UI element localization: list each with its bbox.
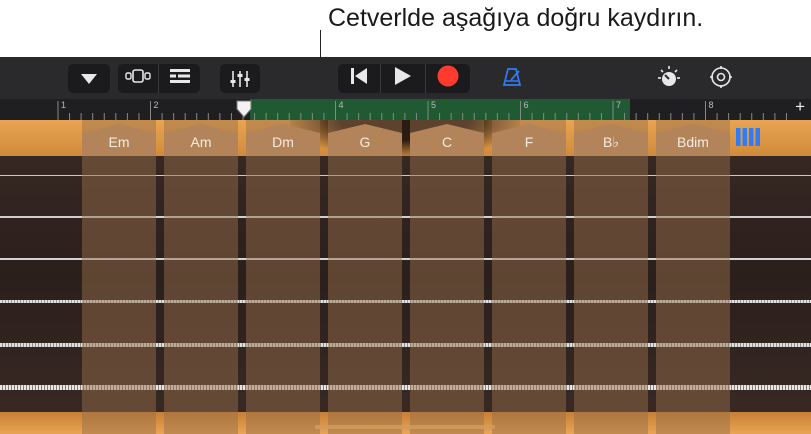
chord-label: Em xyxy=(108,134,130,150)
chord-label: F xyxy=(524,134,534,150)
bar-number: 5 xyxy=(431,100,437,110)
bar-number: 6 xyxy=(523,100,529,110)
chord-button-c[interactable]: C xyxy=(410,124,484,158)
chord-label: Am xyxy=(190,134,212,150)
chord-button-am[interactable]: Am xyxy=(164,124,238,158)
chord-strip-em[interactable] xyxy=(82,120,156,434)
chord-strip-bdim[interactable] xyxy=(656,120,730,434)
mixer-icon xyxy=(220,64,260,93)
chord-button-g[interactable]: G xyxy=(328,124,402,158)
chord-label: C xyxy=(441,134,453,150)
metronome-icon xyxy=(502,67,522,92)
settings-icon xyxy=(709,65,733,94)
chord-strip-c[interactable] xyxy=(410,120,484,434)
chord-strip-am[interactable] xyxy=(164,120,238,434)
chord-strips-icon[interactable] xyxy=(736,128,760,151)
chord-label: G xyxy=(359,134,371,150)
chord-button-dm[interactable]: Dm xyxy=(246,124,320,158)
timeline-ruler[interactable]: 12345678 + xyxy=(0,97,811,120)
tracks-view-icon xyxy=(169,69,190,88)
chord-button-f[interactable]: F xyxy=(492,124,566,158)
instrument-menu-button[interactable] xyxy=(68,64,110,93)
go-to-beginning-icon xyxy=(350,68,368,89)
tracks-view-button[interactable] xyxy=(159,64,200,93)
fretboard[interactable]: Em Am Dm G C F B♭ Bdim xyxy=(0,120,811,434)
record-button[interactable] xyxy=(426,64,470,93)
bar-number: 1 xyxy=(61,100,67,110)
browser-icon xyxy=(125,69,151,88)
play-icon xyxy=(395,67,411,90)
settings-button[interactable] xyxy=(706,65,736,93)
master-effects-button[interactable] xyxy=(654,65,684,93)
ruler-ticks xyxy=(57,101,787,120)
go-to-beginning-button[interactable] xyxy=(338,64,380,93)
chord-strip-bflat[interactable] xyxy=(574,120,648,434)
bar-number: 8 xyxy=(708,100,714,110)
chord-button-em[interactable]: Em xyxy=(82,124,156,158)
add-section-button[interactable]: + xyxy=(795,97,805,117)
transport-controls xyxy=(338,64,470,93)
bar-number: 2 xyxy=(153,100,159,110)
home-indicator xyxy=(315,425,495,429)
chord-button-bdim[interactable]: Bdim xyxy=(656,124,730,158)
play-button[interactable] xyxy=(381,64,425,93)
bar-number: 4 xyxy=(338,100,344,110)
callout-text: Cetverlde aşağıya doğru kaydırın. xyxy=(328,4,704,32)
chord-label: Bdim xyxy=(677,134,709,150)
browser-button[interactable] xyxy=(118,64,158,93)
chevron-down-icon xyxy=(68,64,110,93)
chord-button-bflat[interactable]: B♭ xyxy=(574,124,648,158)
record-icon xyxy=(437,65,459,92)
chord-strip-dm[interactable] xyxy=(246,120,320,434)
view-buttons xyxy=(118,64,200,93)
mixer-button[interactable] xyxy=(220,64,260,93)
bar-number: 7 xyxy=(616,100,622,110)
chord-label: Dm xyxy=(272,134,294,150)
chord-label: B♭ xyxy=(603,134,619,150)
master-effects-icon xyxy=(657,65,681,94)
soundhole xyxy=(290,120,520,156)
chord-strip-f[interactable] xyxy=(492,120,566,434)
control-bar xyxy=(0,57,811,99)
metronome-button[interactable] xyxy=(498,65,526,93)
chord-strip-g[interactable] xyxy=(328,120,402,434)
